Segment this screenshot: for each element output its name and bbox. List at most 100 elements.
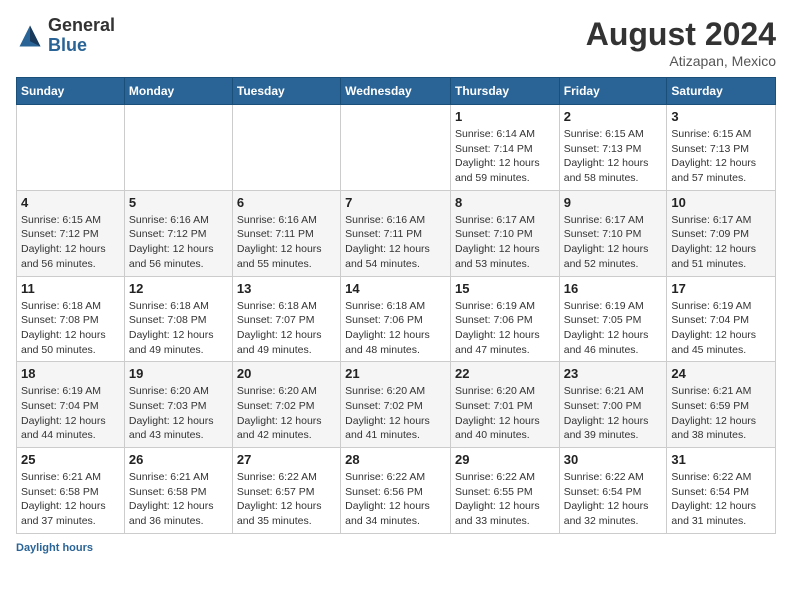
calendar-cell: 14 Sunrise: 6:18 AMSunset: 7:06 PMDaylig…	[341, 276, 451, 362]
calendar-day-header: Tuesday	[232, 78, 340, 105]
day-number: 7	[345, 195, 446, 210]
calendar-cell: 21 Sunrise: 6:20 AMSunset: 7:02 PMDaylig…	[341, 362, 451, 448]
day-info: Sunrise: 6:19 AMSunset: 7:04 PMDaylight:…	[21, 384, 120, 443]
day-number: 15	[455, 281, 555, 296]
calendar-cell: 20 Sunrise: 6:20 AMSunset: 7:02 PMDaylig…	[232, 362, 340, 448]
day-info: Sunrise: 6:17 AMSunset: 7:09 PMDaylight:…	[671, 213, 771, 272]
calendar-day-header: Thursday	[450, 78, 559, 105]
day-number: 27	[237, 452, 336, 467]
day-info: Sunrise: 6:22 AMSunset: 6:57 PMDaylight:…	[237, 470, 336, 529]
day-info: Sunrise: 6:21 AMSunset: 6:58 PMDaylight:…	[129, 470, 228, 529]
calendar-day-header: Monday	[124, 78, 232, 105]
day-number: 25	[21, 452, 120, 467]
day-info: Sunrise: 6:18 AMSunset: 7:08 PMDaylight:…	[129, 299, 228, 358]
calendar-cell: 31 Sunrise: 6:22 AMSunset: 6:54 PMDaylig…	[667, 448, 776, 534]
footer: Daylight hours	[16, 542, 776, 554]
day-info: Sunrise: 6:22 AMSunset: 6:54 PMDaylight:…	[671, 470, 771, 529]
day-number: 8	[455, 195, 555, 210]
day-number: 5	[129, 195, 228, 210]
calendar-cell: 26 Sunrise: 6:21 AMSunset: 6:58 PMDaylig…	[124, 448, 232, 534]
month-year: August 2024	[586, 16, 776, 53]
day-info: Sunrise: 6:16 AMSunset: 7:11 PMDaylight:…	[345, 213, 446, 272]
day-number: 29	[455, 452, 555, 467]
calendar-cell: 9 Sunrise: 6:17 AMSunset: 7:10 PMDayligh…	[559, 190, 667, 276]
calendar-cell: 7 Sunrise: 6:16 AMSunset: 7:11 PMDayligh…	[341, 190, 451, 276]
day-number: 26	[129, 452, 228, 467]
calendar-week-row: 11 Sunrise: 6:18 AMSunset: 7:08 PMDaylig…	[17, 276, 776, 362]
day-number: 19	[129, 366, 228, 381]
calendar-week-row: 18 Sunrise: 6:19 AMSunset: 7:04 PMDaylig…	[17, 362, 776, 448]
day-number: 16	[564, 281, 663, 296]
day-number: 18	[21, 366, 120, 381]
calendar-week-row: 4 Sunrise: 6:15 AMSunset: 7:12 PMDayligh…	[17, 190, 776, 276]
day-number: 12	[129, 281, 228, 296]
calendar-cell: 4 Sunrise: 6:15 AMSunset: 7:12 PMDayligh…	[17, 190, 125, 276]
calendar-cell: 18 Sunrise: 6:19 AMSunset: 7:04 PMDaylig…	[17, 362, 125, 448]
day-number: 24	[671, 366, 771, 381]
day-number: 17	[671, 281, 771, 296]
calendar-cell: 2 Sunrise: 6:15 AMSunset: 7:13 PMDayligh…	[559, 105, 667, 191]
page-header: General Blue August 2024 Atizapan, Mexic…	[16, 16, 776, 69]
day-info: Sunrise: 6:18 AMSunset: 7:07 PMDaylight:…	[237, 299, 336, 358]
calendar-week-row: 25 Sunrise: 6:21 AMSunset: 6:58 PMDaylig…	[17, 448, 776, 534]
day-info: Sunrise: 6:16 AMSunset: 7:12 PMDaylight:…	[129, 213, 228, 272]
calendar-day-header: Saturday	[667, 78, 776, 105]
calendar-cell	[124, 105, 232, 191]
day-info: Sunrise: 6:20 AMSunset: 7:02 PMDaylight:…	[237, 384, 336, 443]
calendar-cell: 27 Sunrise: 6:22 AMSunset: 6:57 PMDaylig…	[232, 448, 340, 534]
day-info: Sunrise: 6:22 AMSunset: 6:56 PMDaylight:…	[345, 470, 446, 529]
day-info: Sunrise: 6:22 AMSunset: 6:55 PMDaylight:…	[455, 470, 555, 529]
calendar-cell: 25 Sunrise: 6:21 AMSunset: 6:58 PMDaylig…	[17, 448, 125, 534]
calendar-cell: 5 Sunrise: 6:16 AMSunset: 7:12 PMDayligh…	[124, 190, 232, 276]
logo-icon	[16, 22, 44, 50]
day-info: Sunrise: 6:14 AMSunset: 7:14 PMDaylight:…	[455, 127, 555, 186]
calendar-cell: 19 Sunrise: 6:20 AMSunset: 7:03 PMDaylig…	[124, 362, 232, 448]
calendar-cell: 3 Sunrise: 6:15 AMSunset: 7:13 PMDayligh…	[667, 105, 776, 191]
calendar-header-row: SundayMondayTuesdayWednesdayThursdayFrid…	[17, 78, 776, 105]
day-number: 21	[345, 366, 446, 381]
calendar-cell: 23 Sunrise: 6:21 AMSunset: 7:00 PMDaylig…	[559, 362, 667, 448]
calendar-day-header: Sunday	[17, 78, 125, 105]
day-info: Sunrise: 6:19 AMSunset: 7:06 PMDaylight:…	[455, 299, 555, 358]
day-number: 28	[345, 452, 446, 467]
calendar-cell: 16 Sunrise: 6:19 AMSunset: 7:05 PMDaylig…	[559, 276, 667, 362]
day-number: 3	[671, 109, 771, 124]
day-info: Sunrise: 6:15 AMSunset: 7:13 PMDaylight:…	[671, 127, 771, 186]
calendar-table: SundayMondayTuesdayWednesdayThursdayFrid…	[16, 77, 776, 534]
calendar-cell: 13 Sunrise: 6:18 AMSunset: 7:07 PMDaylig…	[232, 276, 340, 362]
day-number: 30	[564, 452, 663, 467]
day-number: 31	[671, 452, 771, 467]
calendar-cell: 10 Sunrise: 6:17 AMSunset: 7:09 PMDaylig…	[667, 190, 776, 276]
calendar-week-row: 1 Sunrise: 6:14 AMSunset: 7:14 PMDayligh…	[17, 105, 776, 191]
day-info: Sunrise: 6:17 AMSunset: 7:10 PMDaylight:…	[455, 213, 555, 272]
calendar-day-header: Wednesday	[341, 78, 451, 105]
calendar-cell: 8 Sunrise: 6:17 AMSunset: 7:10 PMDayligh…	[450, 190, 559, 276]
day-info: Sunrise: 6:20 AMSunset: 7:01 PMDaylight:…	[455, 384, 555, 443]
day-number: 11	[21, 281, 120, 296]
day-info: Sunrise: 6:21 AMSunset: 6:58 PMDaylight:…	[21, 470, 120, 529]
calendar-cell: 11 Sunrise: 6:18 AMSunset: 7:08 PMDaylig…	[17, 276, 125, 362]
day-number: 1	[455, 109, 555, 124]
day-number: 13	[237, 281, 336, 296]
day-info: Sunrise: 6:20 AMSunset: 7:02 PMDaylight:…	[345, 384, 446, 443]
calendar-day-header: Friday	[559, 78, 667, 105]
day-number: 9	[564, 195, 663, 210]
day-number: 2	[564, 109, 663, 124]
title-block: August 2024 Atizapan, Mexico	[586, 16, 776, 69]
day-number: 4	[21, 195, 120, 210]
location: Atizapan, Mexico	[586, 53, 776, 69]
calendar-cell	[232, 105, 340, 191]
day-info: Sunrise: 6:22 AMSunset: 6:54 PMDaylight:…	[564, 470, 663, 529]
day-info: Sunrise: 6:19 AMSunset: 7:04 PMDaylight:…	[671, 299, 771, 358]
day-number: 10	[671, 195, 771, 210]
day-number: 23	[564, 366, 663, 381]
logo: General Blue	[16, 16, 115, 56]
day-info: Sunrise: 6:21 AMSunset: 7:00 PMDaylight:…	[564, 384, 663, 443]
day-number: 22	[455, 366, 555, 381]
day-info: Sunrise: 6:15 AMSunset: 7:13 PMDaylight:…	[564, 127, 663, 186]
day-info: Sunrise: 6:18 AMSunset: 7:06 PMDaylight:…	[345, 299, 446, 358]
calendar-cell: 24 Sunrise: 6:21 AMSunset: 6:59 PMDaylig…	[667, 362, 776, 448]
calendar-cell: 6 Sunrise: 6:16 AMSunset: 7:11 PMDayligh…	[232, 190, 340, 276]
calendar-cell	[17, 105, 125, 191]
footer-label: Daylight hours	[16, 542, 93, 554]
